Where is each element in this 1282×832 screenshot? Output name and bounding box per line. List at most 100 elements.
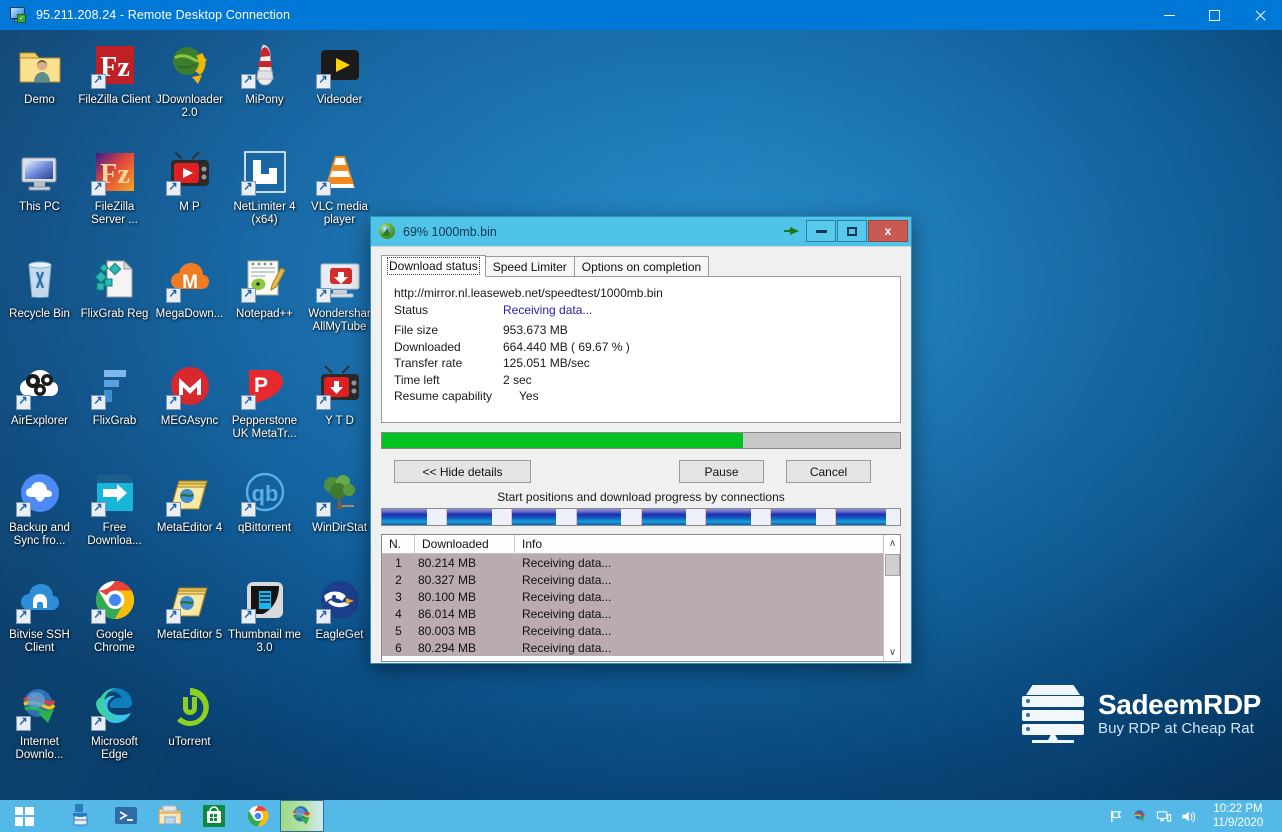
desktop-icon-label: Bitvise SSH Client <box>3 629 77 655</box>
desktop-icon-microsoft-edge[interactable]: Microsoft Edge <box>77 677 152 784</box>
rdp-minimize-button[interactable] <box>1147 0 1192 30</box>
table-row[interactable]: 4 86.014 MB Receiving data... <box>382 605 900 622</box>
taskbar-item-chrome[interactable] <box>236 800 280 832</box>
rdp-maximize-button[interactable] <box>1192 0 1237 30</box>
desktop-icon-filezilla-client[interactable]: Fz FileZilla Client <box>77 35 152 142</box>
connections-table-body: 1 80.214 MB Receiving data... 2 80.327 M… <box>382 554 900 656</box>
airexplorer-icon <box>16 362 64 410</box>
hide-details-button[interactable]: << Hide details <box>394 460 531 483</box>
scroll-up-icon[interactable]: ∧ <box>884 535 901 552</box>
desktop-icon-megadownloader[interactable]: M MegaDown... <box>152 249 227 356</box>
connection-segment <box>836 509 900 525</box>
connections-progress-bar <box>381 508 901 526</box>
desktop-icon-recycle-bin[interactable]: Recycle Bin <box>2 249 77 356</box>
idm-close-button[interactable]: x <box>868 220 908 242</box>
desktop-icon-qbittorrent[interactable]: qb qBittorrent <box>227 463 302 570</box>
connections-table[interactable]: N. Downloaded Info 1 80.214 MB Receiving… <box>381 534 901 662</box>
table-row[interactable]: 3 80.100 MB Receiving data... <box>382 588 900 605</box>
desktop-icon-flixgrab-reg[interactable]: FlixGrab Reg <box>77 249 152 356</box>
table-row[interactable]: 1 80.214 MB Receiving data... <box>382 554 900 571</box>
volume-icon[interactable] <box>1176 800 1200 832</box>
taskbar-item-file-explorer[interactable] <box>148 800 192 832</box>
start-button[interactable] <box>0 800 48 832</box>
desktop-icon-thumbnailme[interactable]: Thumbnail me 3.0 <box>227 570 302 677</box>
idm-download-progress-window[interactable]: 69% 1000mb.bin x Download status Speed L… <box>370 216 912 664</box>
table-row[interactable]: 2 80.327 MB Receiving data... <box>382 571 900 588</box>
desktop-icon-netlimiter[interactable]: NetLimiter 4 (x64) <box>227 142 302 249</box>
always-on-top-icon[interactable] <box>783 219 805 243</box>
connection-segment <box>771 509 836 525</box>
cancel-button[interactable]: Cancel <box>786 460 871 483</box>
svg-text:M: M <box>182 272 198 293</box>
taskbar-item-powershell[interactable] <box>104 800 148 832</box>
desktop-icon-videoder[interactable]: Videoder <box>302 35 377 142</box>
download-progress-bar <box>381 432 901 449</box>
tab-speed-limiter[interactable]: Speed Limiter <box>485 256 575 277</box>
filezilla-server-icon: Fz <box>91 148 139 196</box>
desktop-icon-label: Demo <box>3 94 77 107</box>
taskbar-item-internet-download-manager[interactable] <box>280 800 324 832</box>
desktop-icon-mipony[interactable]: MiPony <box>227 35 302 142</box>
status-value: Receiving data... <box>495 303 888 317</box>
desktop-icon-demo[interactable]: Demo <box>2 35 77 142</box>
tab-download-status[interactable]: Download status <box>381 255 486 277</box>
desktop-icon-chrome[interactable]: Google Chrome <box>77 570 152 677</box>
idm-minimize-button[interactable] <box>806 220 836 242</box>
desktop-icon-jdownloader[interactable]: JDownloader 2.0 <box>152 35 227 142</box>
desktop-icon-vlc[interactable]: VLC media player <box>302 142 377 249</box>
desktop-icon-flixgrab[interactable]: FlixGrab <box>77 356 152 463</box>
connections-table-scrollbar[interactable]: ∧ ∨ <box>883 535 900 661</box>
desktop-icon-airexplorer[interactable]: AirExplorer <box>2 356 77 463</box>
bitvise-ssh-icon <box>16 576 64 624</box>
idm-title-buttons: x <box>783 219 908 243</box>
rdp-titlebar[interactable]: ✓ 95.211.208.24 - Remote Desktop Connect… <box>0 0 1282 30</box>
stat-key: Time left <box>394 373 495 387</box>
desktop-icon-eagleget[interactable]: EagleGet <box>302 570 377 677</box>
table-row[interactable]: 5 80.003 MB Receiving data... <box>382 622 900 639</box>
column-header-info[interactable]: Info <box>515 535 878 554</box>
column-header-downloaded[interactable]: Downloaded <box>415 535 515 554</box>
desktop-icon-windirstat[interactable]: WinDirStat <box>302 463 377 570</box>
desktop-icon-backup-and-sync[interactable]: Backup and Sync fro... <box>2 463 77 570</box>
rdp-close-button[interactable] <box>1237 0 1282 30</box>
column-header-n[interactable]: N. <box>382 535 415 554</box>
idm-action-buttons: << Hide details Pause Cancel <box>381 460 901 483</box>
desktop-icon-pepperstone[interactable]: P Pepperstone UK MetaTr... <box>227 356 302 463</box>
tab-options-on-completion[interactable]: Options on completion <box>574 256 709 277</box>
desktop-icon-label: Wondershar AllMyTube <box>303 308 377 334</box>
pause-button[interactable]: Pause <box>679 460 764 483</box>
scrollbar-thumb[interactable] <box>885 554 900 576</box>
allmytube-icon <box>316 255 364 303</box>
desktop-icon-mp[interactable]: M P <box>152 142 227 249</box>
desktop-icon-filezilla-server[interactable]: Fz FileZilla Server ... <box>77 142 152 249</box>
desktop-icon-bitvise-ssh[interactable]: Bitvise SSH Client <box>2 570 77 677</box>
desktop-icon-this-pc[interactable]: This PC <box>2 142 77 249</box>
this-pc-icon <box>16 148 64 196</box>
desktop-icon-notepadpp[interactable]: Notepad++ <box>227 249 302 356</box>
desktop-icon-label: qBittorrent <box>228 522 302 535</box>
desktop[interactable]: Demo Fz FileZilla Client <box>0 30 1282 800</box>
scroll-down-icon[interactable]: ∨ <box>884 644 901 661</box>
desktop-icon-metaeditor4[interactable]: MetaEditor 4 <box>152 463 227 570</box>
desktop-icon-megasync[interactable]: MEGAsync <box>152 356 227 463</box>
network-icon[interactable] <box>1152 800 1176 832</box>
idm-titlebar[interactable]: 69% 1000mb.bin x <box>371 217 911 246</box>
recycle-bin-icon <box>16 255 64 303</box>
download-stats: Status Receiving data... <box>394 303 888 317</box>
idm-maximize-button[interactable] <box>837 220 867 242</box>
cell-downloaded: 86.014 MB <box>415 607 515 621</box>
table-row[interactable]: 6 80.294 MB Receiving data... <box>382 639 900 656</box>
desktop-icon-free-download-manager[interactable]: Free Downloa... <box>77 463 152 570</box>
taskbar-item-server-manager[interactable] <box>60 800 104 832</box>
idm-tray-icon[interactable] <box>1128 800 1152 832</box>
taskbar-item-microsoft-store[interactable] <box>192 800 236 832</box>
desktop-icon-metaeditor5[interactable]: MetaEditor 5 <box>152 570 227 677</box>
action-center-flag-icon[interactable] <box>1104 800 1128 832</box>
desktop-icon-ytd[interactable]: Y T D <box>302 356 377 463</box>
taskbar-clock[interactable]: 10:22 PM 11/9/2020 <box>1200 802 1282 830</box>
desktop-icon-utorrent[interactable]: uTorrent <box>152 677 227 784</box>
connections-table-header: N. Downloaded Info <box>382 535 900 554</box>
desktop-icon-allmytube[interactable]: Wondershar AllMyTube <box>302 249 377 356</box>
windows-logo-icon <box>15 807 34 826</box>
desktop-icon-internet-download-manager[interactable]: Internet Downlo... <box>2 677 77 784</box>
